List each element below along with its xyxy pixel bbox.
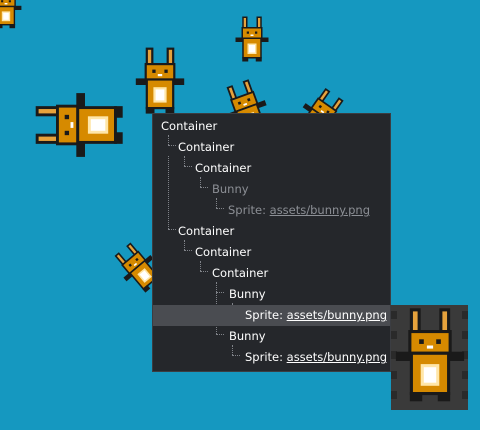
tree-node-sprite-label: Sprite: assets/bunny.png [228,200,370,221]
asset-path-link[interactable]: assets/bunny.png [287,308,387,322]
scene-tree-panel: Container Container Container Bunny Spri… [152,113,391,372]
tree-node-label: Container [195,161,252,175]
sprite-prefix: Sprite: [228,203,270,217]
bunny-sprite [35,93,123,157]
tree-node-container[interactable]: Container [153,221,390,242]
tree-node-container[interactable]: Container [153,242,390,263]
tree-node-label: Container [161,119,218,133]
bunny-preview-sprite [391,305,468,410]
asset-path-link[interactable]: assets/bunny.png [270,203,370,217]
tree-node-sprite[interactable]: Sprite: assets/bunny.png [153,347,390,368]
tree-node-label: Container [178,224,235,238]
tree-node-sprite[interactable]: Sprite: assets/bunny.png [153,200,390,221]
tree-node-label: Bunny [212,182,249,196]
tree-node-container[interactable]: Container [153,116,390,137]
asset-path-link[interactable]: assets/bunny.png [287,350,387,364]
tree-node-label: Bunny [229,287,266,301]
bunny-sprite [235,16,269,62]
tree-node-label: Bunny [229,329,266,343]
tree-node-label: Container [178,140,235,154]
tree-node-bunny[interactable]: Bunny [153,326,390,347]
tree-node-sprite-label: Sprite: assets/bunny.png [245,305,387,326]
sprite-prefix: Sprite: [245,308,287,322]
tree-node-container[interactable]: Container [153,137,390,158]
tree-node-sprite-label: Sprite: assets/bunny.png [245,347,387,368]
sprite-preview [391,305,468,410]
bunny-sprite [0,0,22,29]
tree-node-bunny[interactable]: Bunny [153,284,390,305]
tree-node-container[interactable]: Container [153,263,390,284]
tree-node-bunny[interactable]: Bunny [153,179,390,200]
tree-node-sprite-selected[interactable]: Sprite: assets/bunny.png [153,305,390,326]
bunny-sprite [135,47,185,114]
tree-node-container[interactable]: Container [153,158,390,179]
tree-node-label: Container [212,266,269,280]
tree-node-label: Container [195,245,252,259]
sprite-prefix: Sprite: [245,350,287,364]
